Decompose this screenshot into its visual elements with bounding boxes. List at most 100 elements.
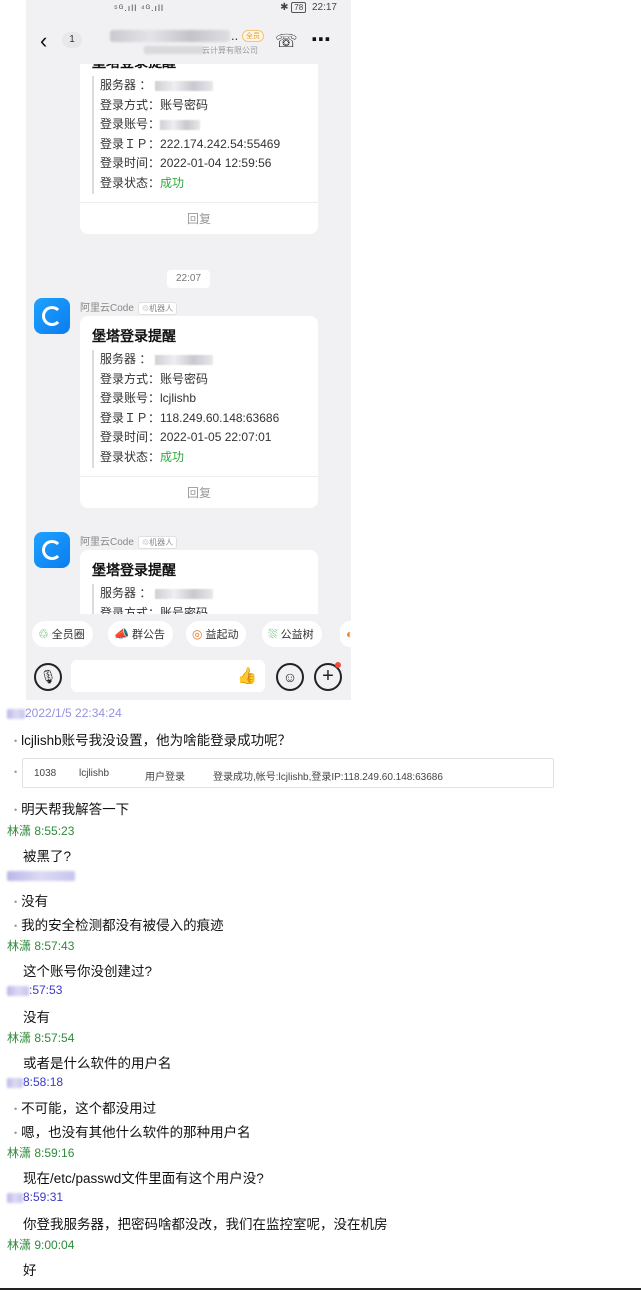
quick-charity-start[interactable]: ◎ 益起动	[186, 621, 247, 647]
phone-screenshot: ⁵ᴳ.ıll ⁴ᴳ.ıll ✱ 78 22:17 ‹ 1 .. 全员 云计算有限…	[26, 0, 351, 700]
battery-icon: 78	[291, 2, 307, 13]
thumbs-up-icon[interactable]: 👍	[237, 666, 257, 686]
bot-avatar[interactable]	[34, 532, 70, 568]
quick-action-bar: ♲ 全员圈 📣 群公告 ◎ 益起动 ⛆ 公益树 ◐	[26, 614, 351, 656]
chat-title-redacted	[110, 30, 230, 42]
recycle-icon: ♲	[38, 627, 49, 641]
message-text: • 嗯，也没有其他什么软件的那种用户名	[14, 1125, 251, 1140]
message-text: • 我的安全检测都没有被侵入的痕迹	[14, 918, 224, 933]
chat-log: 2022/1/5 22:34:24 • lcjlishb账号我没设置，他为啥能登录…	[0, 700, 641, 1290]
quick-all-staff-circle[interactable]: ♲ 全员圈	[32, 621, 93, 647]
card-row-ip: 登录ＩＰ：118.249.60.148:63686	[100, 410, 280, 425]
chat-title-ellipsis: ..	[231, 28, 239, 43]
quick-more[interactable]: ◐	[340, 621, 351, 647]
card-body: 服务器 ： 登录方式：账号密码 登录账号： 登录ＩＰ：222.174.242.5…	[92, 76, 318, 194]
call-icon[interactable]: ☏	[275, 31, 298, 52]
card-row-server: 服务器 ：	[100, 350, 318, 370]
message-header: 林潇 8:55:23	[7, 824, 75, 838]
message-text: 或者是什么软件的用户名	[23, 1056, 172, 1071]
robot-tag: ♲机器人	[137, 302, 178, 315]
log-id: 1038	[34, 768, 57, 779]
robot-tag: ♲机器人	[137, 536, 178, 549]
message-text: • 明天帮我解答一下	[14, 802, 130, 817]
unread-count-badge: 1	[62, 32, 82, 48]
tree-icon: ⛆	[268, 627, 278, 641]
org-name-redacted	[144, 46, 204, 54]
redacted-name	[7, 985, 29, 996]
sender-name: 阿里云Code ♲机器人	[80, 533, 178, 549]
redacted-name	[7, 1192, 23, 1203]
message-header: 8:58:18	[7, 1075, 63, 1089]
org-name: 云计算有限公司	[202, 46, 258, 55]
log-detail: 登录成功,帐号:lcjlishb,登录IP:118.249.60.148:636…	[213, 772, 443, 783]
message-text: 你登我服务器，把密码啥都没改，我们在监控室呢，没在机房	[23, 1217, 388, 1232]
card-title: 堡塔登录提醒	[92, 328, 176, 344]
microphone-icon[interactable]: 🎙	[34, 663, 62, 691]
chat-header: ‹ 1 .. 全员 云计算有限公司 ☏ ⋯	[26, 18, 351, 64]
signal-indicator: ⁵ᴳ.ıll ⁴ᴳ.ıll	[114, 3, 165, 13]
status-time: 22:17	[311, 2, 337, 13]
card-body: 服务器 ： 登录方式：账号密码	[92, 584, 318, 614]
sender-name: 阿里云Code ♲机器人	[80, 299, 178, 315]
status-right: ✱ 78 22:17	[280, 2, 337, 13]
message-header: 林潇 8:59:16	[7, 1146, 75, 1160]
login-alert-card: 堡塔登录提醒 服务器 ： 登录方式：账号密码 登录账号： 登录ＩＰ：222.17…	[80, 64, 318, 234]
redacted-account	[160, 120, 201, 131]
log-user: lcjlishb	[79, 768, 110, 779]
message-text: 被黑了?	[23, 849, 72, 864]
message-text: 好	[23, 1263, 37, 1278]
card-row-status: 登录状态：成功	[100, 449, 185, 464]
reply-button[interactable]: 回复	[80, 201, 318, 234]
redacted-name	[7, 1077, 23, 1088]
message-header: 2022/1/5 22:34:24	[7, 706, 122, 720]
bluetooth-icon: ✱	[280, 2, 289, 13]
card-row-account: 登录账号：lcjlishb	[100, 391, 197, 406]
message-text: • 不可能，这个都没用过	[14, 1101, 157, 1116]
card-row-time: 登录时间：2022-01-04 12:59:56	[100, 156, 272, 171]
card-title: 堡塔登录提醒	[80, 64, 318, 76]
quick-charity-tree[interactable]: ⛆ 公益树	[262, 621, 322, 647]
card-row-account: 登录账号：	[100, 115, 318, 135]
message-input[interactable]: 👍	[71, 660, 265, 692]
card-body: 服务器 ： 登录方式：账号密码 登录账号：lcjlishb 登录ＩＰ：118.2…	[92, 350, 318, 468]
more-quick-icon: ◐	[346, 627, 351, 641]
log-type: 用户登录	[145, 772, 185, 783]
card-row-method: 登录方式：账号密码	[100, 371, 209, 386]
card-row-method: 登录方式：账号密码	[100, 97, 209, 112]
back-icon[interactable]: ‹	[40, 28, 47, 54]
all-staff-tag: 全员	[242, 30, 264, 42]
message-text: 现在/etc/passwd文件里面有这个用户没?	[23, 1171, 264, 1186]
quick-group-notice[interactable]: 📣 群公告	[108, 621, 173, 647]
card-row-status: 登录状态：成功	[100, 175, 185, 190]
message-text: 这个账号你没创建过?	[23, 964, 153, 979]
notification-dot	[335, 662, 341, 668]
card-title: 堡塔登录提醒	[92, 562, 176, 578]
emoji-icon[interactable]: ☺	[276, 663, 304, 691]
input-bar: 🎙 👍 ☺ +	[26, 656, 351, 700]
card-row-method: 登录方式：账号密码	[100, 605, 209, 614]
message-text: • 没有	[14, 894, 49, 909]
log-table-row: • 1038 lcjlishb 用户登录 登录成功,帐号:lcjlishb,登录…	[14, 758, 554, 788]
message-text: • lcjlishb账号我没设置，他为啥能登录成功呢？	[14, 733, 292, 748]
card-row-time: 登录时间：2022-01-05 22:07:01	[100, 430, 272, 445]
message-header: 林潇 8:57:43	[7, 939, 75, 953]
status-bar: ⁵ᴳ.ıll ⁴ᴳ.ıll ✱ 78 22:17	[26, 0, 351, 18]
message-list[interactable]: 堡塔登录提醒 服务器 ： 登录方式：账号密码 登录账号： 登录ＩＰ：222.17…	[26, 64, 351, 614]
message-header: 8:59:31	[7, 1190, 63, 1204]
login-alert-card: 堡塔登录提醒 服务器 ： 登录方式：账号密码 登录账号：lcjlishb 登录Ｉ…	[80, 316, 318, 508]
message-header: :57:53	[7, 983, 62, 997]
megaphone-icon: 📣	[114, 627, 129, 641]
reply-button[interactable]: 回复	[80, 475, 318, 508]
card-row-server: 服务器 ：	[100, 584, 318, 604]
message-header: 林潇 8:57:54	[7, 1031, 75, 1045]
card-row-server: 服务器 ：	[100, 76, 318, 96]
message-header	[7, 868, 75, 882]
more-icon[interactable]: ⋯	[311, 27, 332, 52]
redacted-name	[7, 708, 25, 719]
target-icon: ◎	[192, 627, 203, 641]
login-alert-card: 堡塔登录提醒 服务器 ： 登录方式：账号密码	[80, 550, 318, 614]
bot-avatar[interactable]	[34, 298, 70, 334]
time-divider: 22:07	[167, 270, 210, 288]
message-text: 没有	[23, 1010, 50, 1025]
redacted-server	[154, 354, 213, 365]
